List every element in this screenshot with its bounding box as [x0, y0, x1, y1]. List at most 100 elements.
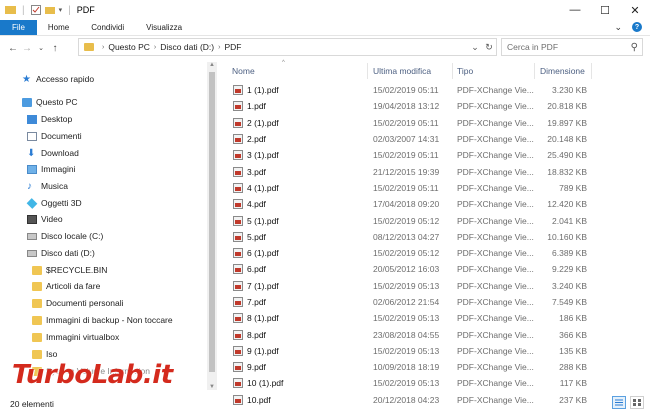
file-row[interactable]: 8 (1).pdf 15/02/2019 05:13 PDF-XChange Vie… — [228, 310, 628, 326]
search-input[interactable]: Cerca in PDF ⚲ — [501, 38, 643, 56]
file-row[interactable]: 2.pdf 02/03/2007 14:31 PDF-XChange Vie... 2… — [228, 131, 628, 147]
sidebar-item-immagini-backup[interactable]: Immagini di backup - Non toccare — [32, 312, 173, 328]
file-row[interactable]: 7 (1).pdf 15/02/2019 05:13 PDF-XChange Vie… — [228, 278, 628, 294]
file-size: 19.897 KB — [547, 117, 587, 128]
back-arrow-icon[interactable]: ← — [6, 39, 20, 57]
file-modified-date: 02/06/2012 21:54 — [373, 297, 440, 307]
file-name-cell[interactable]: 4 (1).pdf — [233, 182, 279, 193]
file-name-cell[interactable]: 10 (1).pdf — [233, 378, 283, 389]
sidebar-item-recycle-bin[interactable]: $RECYCLE.BIN — [32, 262, 107, 278]
maximize-button[interactable]: ☐ — [590, 0, 620, 20]
refresh-icon[interactable]: ↻ — [482, 42, 496, 53]
tab-file[interactable]: File — [0, 20, 37, 35]
file-row[interactable]: 4 (1).pdf 15/02/2019 05:11 PDF-XChange Vie… — [228, 180, 628, 196]
sidebar-item-documents[interactable]: Documenti — [27, 128, 82, 144]
address-bar[interactable]: › Questo PC › Disco dati (D:) › PDF ⌄ ↻ — [78, 38, 497, 56]
file-size: 186 KB — [559, 313, 587, 324]
recent-locations-icon[interactable]: ⌄ — [34, 39, 48, 57]
chevron-right-icon[interactable]: › — [218, 44, 220, 51]
file-name-cell[interactable]: 5 (1).pdf — [233, 215, 279, 226]
address-dropdown-icon[interactable]: ⌄ — [468, 42, 482, 53]
file-row[interactable]: 4.pdf 17/04/2018 09:20 PDF-XChange Vie... 1… — [228, 196, 628, 212]
sidebar-item-label: Download — [41, 148, 79, 158]
sidebar-item-documenti-personali[interactable]: Documenti personali — [32, 295, 123, 311]
file-name-cell[interactable]: 3 (1).pdf — [233, 150, 279, 161]
column-header-type[interactable]: Tipo — [453, 63, 535, 79]
file-row[interactable]: 2 (1).pdf 15/02/2019 05:11 PDF-XChange Vie… — [228, 115, 628, 131]
file-name-cell[interactable]: 7.pdf — [233, 297, 266, 307]
breadcrumb-pdf[interactable]: PDF — [224, 42, 241, 52]
sidebar-item-articoli[interactable]: Articoli da fare — [32, 278, 100, 294]
sidebar-item-quick-access[interactable]: ★ Accesso rapido — [22, 71, 94, 87]
chevron-right-icon[interactable]: › — [154, 44, 156, 51]
sidebar-item-local-disk-c[interactable]: Disco locale (C:) — [27, 228, 103, 244]
sidebar-item-3d-objects[interactable]: Oggetti 3D — [26, 195, 82, 211]
sidebar-item-video[interactable]: Video — [27, 211, 63, 227]
folder-icon — [32, 332, 42, 342]
scrollbar-thumb[interactable] — [209, 72, 215, 372]
file-name-cell[interactable]: 5.pdf — [233, 231, 266, 242]
file-name-cell[interactable]: 7 (1).pdf — [233, 280, 279, 291]
file-row[interactable]: 3 (1).pdf 15/02/2019 05:11 PDF-XChange Vie… — [228, 147, 628, 163]
file-name-cell[interactable]: 6 (1).pdf — [233, 248, 279, 259]
scroll-up-icon[interactable]: ▲ — [207, 62, 217, 68]
search-icon[interactable]: ⚲ — [631, 42, 638, 53]
chevron-right-icon[interactable]: › — [102, 44, 104, 51]
file-row[interactable]: 10 (1).pdf 15/02/2019 05:13 PDF-XChange Vi… — [228, 375, 628, 391]
sidebar-item-immagini-virtualbox[interactable]: Immagini virtualbox — [32, 329, 119, 345]
file-row[interactable]: 9.pdf 10/09/2018 18:19 PDF-XChange Vie... 2… — [228, 359, 628, 375]
file-size: 288 KB — [559, 362, 587, 373]
tab-share[interactable]: Condividi — [80, 20, 135, 35]
file-name-cell[interactable]: 2.pdf — [233, 134, 266, 145]
sidebar-item-desktop[interactable]: Desktop — [27, 111, 72, 127]
file-row[interactable]: 3.pdf 21/12/2015 19:39 PDF-XChange Vie... 1… — [228, 163, 628, 179]
sidebar-scrollbar[interactable]: ▲ ▼ — [207, 62, 217, 390]
sidebar-item-music[interactable]: ♪ Musica — [27, 178, 68, 194]
file-modified-date: 23/08/2018 04:55 — [373, 329, 440, 340]
file-name-cell[interactable]: 1 (1).pdf — [233, 85, 279, 96]
column-header-modified[interactable]: Ultima modifica — [369, 63, 453, 79]
sidebar-item-data-disk-d[interactable]: Disco dati (D:) — [27, 245, 95, 261]
file-name: 4.pdf — [247, 199, 266, 210]
file-row[interactable]: 5 (1).pdf 15/02/2019 05:12 PDF-XChange Vie… — [228, 212, 628, 228]
close-button[interactable]: ✕ — [620, 0, 650, 20]
breadcrumb-data-drive[interactable]: Disco dati (D:) — [160, 42, 214, 52]
file-row[interactable]: 6.pdf 20/05/2012 16:03 PDF-XChange Vie... 9… — [228, 261, 628, 277]
help-icon[interactable]: ? — [632, 22, 642, 32]
file-name: 5.pdf — [247, 231, 266, 242]
file-name-cell[interactable]: 1.pdf — [233, 101, 266, 112]
tab-view[interactable]: Visualizza — [135, 20, 193, 35]
file-name-cell[interactable]: 6.pdf — [233, 264, 266, 275]
breadcrumb-this-pc[interactable]: Questo PC — [108, 42, 150, 52]
forward-arrow-icon[interactable]: → — [20, 39, 34, 57]
column-header-size[interactable]: Dimensione — [536, 63, 592, 79]
file-name-cell[interactable]: 9.pdf — [233, 362, 266, 373]
file-name-cell[interactable]: 2 (1).pdf — [233, 117, 279, 128]
file-row[interactable]: 6 (1).pdf 15/02/2019 05:12 PDF-XChange Vie… — [228, 245, 628, 261]
file-name-cell[interactable]: 9 (1).pdf — [233, 345, 279, 356]
file-name-cell[interactable]: 8.pdf — [233, 329, 266, 340]
customize-qa-icon[interactable]: ▾ — [59, 6, 63, 14]
file-row[interactable]: 5.pdf 08/12/2013 04:27 PDF-XChange Vie... 1… — [228, 229, 628, 245]
file-row[interactable]: 7.pdf 02/06/2012 21:54 PDF-XChange Vie... 7… — [228, 294, 628, 310]
up-arrow-icon[interactable]: ↑ — [48, 39, 62, 57]
sidebar-item-downloads[interactable]: ⬇ Download — [27, 145, 79, 161]
file-row[interactable]: 1.pdf 19/04/2018 13:12 PDF-XChange Vie... 2… — [228, 98, 628, 114]
file-name-cell[interactable]: 8 (1).pdf — [233, 313, 279, 324]
scroll-down-icon[interactable]: ▼ — [207, 384, 217, 390]
details-view-icon[interactable] — [612, 396, 626, 409]
tab-home[interactable]: Home — [37, 20, 80, 35]
file-name-cell[interactable]: 3.pdf — [233, 166, 266, 177]
minimize-button[interactable]: — — [560, 0, 590, 20]
file-row[interactable]: 1 (1).pdf 15/02/2019 05:11 PDF-XChange Vie… — [228, 82, 628, 98]
large-icons-view-icon[interactable] — [630, 396, 644, 409]
new-folder-icon[interactable] — [44, 5, 55, 15]
column-header-name[interactable]: Nome — [228, 63, 368, 79]
file-row[interactable]: 9 (1).pdf 15/02/2019 05:13 PDF-XChange Vie… — [228, 343, 628, 359]
file-name-cell[interactable]: 4.pdf — [233, 199, 266, 210]
sidebar-item-this-pc[interactable]: Questo PC — [22, 94, 78, 110]
file-row[interactable]: 8.pdf 23/08/2018 04:55 PDF-XChange Vie... 3… — [228, 326, 628, 342]
properties-icon[interactable] — [30, 5, 41, 15]
expand-ribbon-icon[interactable]: ⌄ — [614, 22, 622, 33]
sidebar-item-pictures[interactable]: Immagini — [27, 161, 75, 177]
